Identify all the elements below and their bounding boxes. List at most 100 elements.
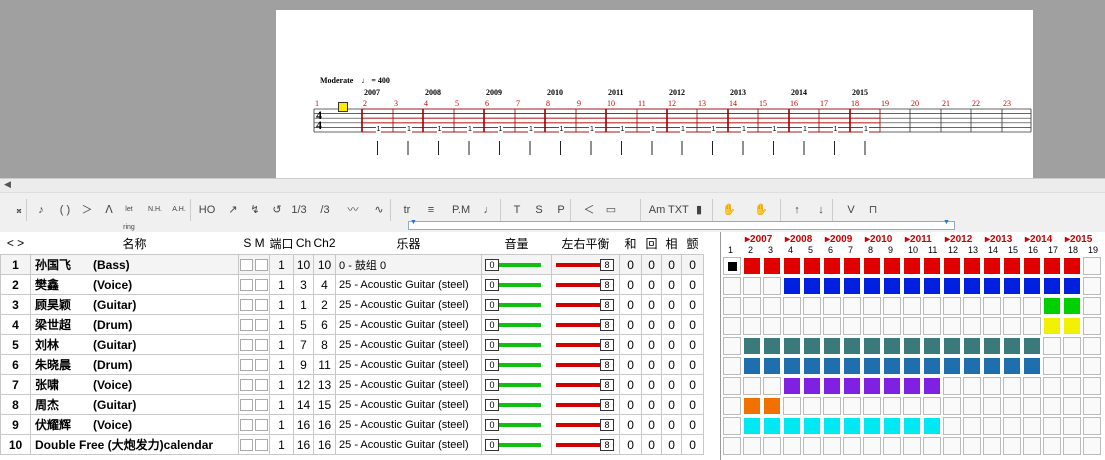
score-horizontal-scrollbar[interactable]: ◀ (0, 178, 1105, 193)
timeline-cell[interactable] (1083, 377, 1101, 395)
timeline-cell[interactable] (1043, 297, 1061, 315)
timeline-cell[interactable] (763, 397, 781, 415)
timeline-cell[interactable] (803, 417, 821, 435)
tremolo-value[interactable]: 0 (681, 434, 705, 455)
chorus-value[interactable]: 0 (619, 294, 643, 315)
timeline-cell[interactable] (863, 417, 881, 435)
timeline-cell[interactable] (923, 357, 941, 375)
balance-value[interactable]: 8 (600, 339, 615, 351)
timeline-cell[interactable] (883, 417, 901, 435)
toolbar-button-icon[interactable]: ▮ (690, 201, 708, 219)
chorus-value[interactable]: 0 (619, 354, 643, 375)
volume-slider[interactable]: 0 (481, 394, 553, 415)
timeline-cell[interactable] (783, 357, 801, 375)
phase-value[interactable]: 0 (661, 394, 683, 415)
balance-bar[interactable] (556, 303, 601, 307)
track-row[interactable]: 3 顾昊颖 (Guitar) 1 1 2 25 - Acoustic Guitar (ste… (0, 294, 705, 315)
timeline-cell[interactable] (983, 417, 1001, 435)
timeline-cell[interactable] (803, 357, 821, 375)
volume-bar[interactable] (499, 323, 542, 327)
balance-slider[interactable]: 8 (551, 274, 621, 295)
chorus-value[interactable]: 0 (619, 314, 643, 335)
volume-value[interactable]: 0 (485, 439, 500, 451)
timeline-cell[interactable] (963, 337, 981, 355)
solo-checkbox[interactable] (240, 439, 253, 452)
mute-checkbox[interactable] (255, 339, 268, 352)
timeline-cell[interactable] (863, 297, 881, 315)
timeline-cell[interactable] (883, 397, 901, 415)
timeline-cell[interactable] (1063, 437, 1081, 455)
timeline-cell[interactable] (723, 337, 741, 355)
timeline-cell[interactable] (963, 297, 981, 315)
mute-checkbox[interactable] (255, 259, 268, 272)
toolbar-button-icon[interactable]: Am (648, 201, 666, 219)
chorus-value[interactable]: 0 (619, 274, 643, 295)
solo-checkbox[interactable] (240, 399, 253, 412)
timeline-cell[interactable] (1063, 397, 1081, 415)
track-name[interactable]: Double Free (大炮发力)calendar (30, 434, 239, 455)
toolbar-button-icon[interactable]: ↑ (788, 201, 806, 219)
header-phase[interactable]: 相 (661, 232, 682, 255)
timeline-cell[interactable] (983, 357, 1001, 375)
timeline-cell[interactable] (1043, 377, 1061, 395)
timeline-cell[interactable] (1083, 257, 1101, 275)
timeline-cell[interactable] (783, 437, 801, 455)
header-name[interactable]: 名称 (30, 232, 239, 255)
volume-value[interactable]: 0 (485, 359, 500, 371)
timeline-cell[interactable] (863, 377, 881, 395)
volume-value[interactable]: 0 (485, 259, 500, 271)
timeline-cell[interactable] (923, 297, 941, 315)
timeline-cell[interactable] (863, 277, 881, 295)
timeline-cell[interactable] (763, 317, 781, 335)
channel-value[interactable]: 12 (293, 374, 315, 395)
timeline-cell[interactable] (883, 357, 901, 375)
balance-slider[interactable]: 8 (551, 334, 621, 355)
track-name[interactable]: 孙国飞 (Bass) (30, 254, 239, 275)
volume-bar[interactable] (499, 283, 542, 287)
timeline-cell[interactable] (883, 377, 901, 395)
timeline-year-marker[interactable]: ▸2013 (985, 234, 1012, 245)
volume-bar[interactable] (499, 423, 542, 427)
phase-value[interactable]: 0 (661, 294, 683, 315)
toolbar-button-icon[interactable]: ᐱ (100, 201, 118, 219)
timeline-cell[interactable] (903, 417, 921, 435)
header-volume[interactable]: 音量 (481, 232, 552, 255)
timeline-cell[interactable] (943, 297, 961, 315)
chorus-value[interactable]: 0 (619, 414, 643, 435)
instrument-select[interactable]: 25 - Acoustic Guitar (steel) (335, 274, 483, 295)
balance-value[interactable]: 8 (600, 399, 615, 411)
timeline-cell[interactable] (903, 317, 921, 335)
timeline-cell[interactable] (843, 417, 861, 435)
toolbar-button-icon[interactable]: ⊓ (864, 201, 882, 219)
track-row[interactable]: 8 周杰 (Guitar) 1 14 15 25 - Acoustic Guitar (st… (0, 394, 705, 415)
channel-value[interactable]: 5 (293, 314, 315, 335)
timeline-cell[interactable] (843, 277, 861, 295)
timeline-cell[interactable] (843, 437, 861, 455)
timeline-year-marker[interactable]: ▸2009 (825, 234, 852, 245)
solo-checkbox[interactable] (240, 359, 253, 372)
timeline-cell[interactable] (923, 437, 941, 455)
phase-value[interactable]: 0 (661, 334, 683, 355)
header-reverb[interactable]: 回 (641, 232, 662, 255)
timeline-cell[interactable] (983, 317, 1001, 335)
timeline-cell[interactable] (963, 257, 981, 275)
channel-value[interactable]: 1 (293, 294, 315, 315)
timeline-cell[interactable] (783, 317, 801, 335)
balance-bar[interactable] (556, 383, 601, 387)
timeline-cell[interactable] (723, 437, 741, 455)
timeline-cell[interactable] (783, 397, 801, 415)
port-value[interactable]: 1 (268, 374, 295, 395)
balance-slider[interactable]: 8 (551, 314, 621, 335)
volume-bar[interactable] (499, 383, 542, 387)
timeline-cell[interactable] (983, 397, 1001, 415)
reverb-value[interactable]: 0 (641, 314, 663, 335)
timeline-cell[interactable] (803, 437, 821, 455)
header-balance[interactable]: 左右平衡 (551, 232, 620, 255)
channel-value[interactable]: 10 (293, 254, 315, 275)
timeline-cell[interactable] (943, 317, 961, 335)
header-port[interactable]: 端口 (269, 232, 294, 255)
scroll-left-icon[interactable]: ◀ (4, 179, 11, 190)
instrument-select[interactable]: 25 - Acoustic Guitar (steel) (335, 434, 483, 455)
channel-value[interactable]: 16 (293, 414, 315, 435)
timeline-cell[interactable] (843, 397, 861, 415)
